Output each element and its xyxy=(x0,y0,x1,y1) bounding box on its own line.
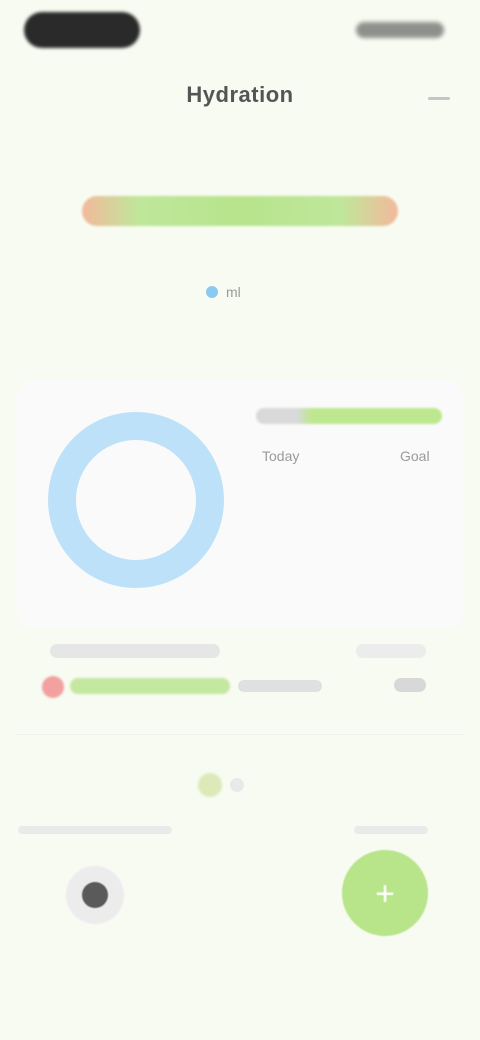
divider xyxy=(16,734,464,735)
status-bar xyxy=(0,0,480,64)
page-indicator[interactable] xyxy=(198,770,254,800)
page-title: Hydration xyxy=(186,82,294,107)
camera-button[interactable] xyxy=(66,866,124,924)
water-drop-icon xyxy=(206,286,218,298)
row-subtext xyxy=(238,680,322,692)
summary-progress-line xyxy=(256,408,442,424)
indicator-active-icon xyxy=(198,773,222,797)
camera-icon xyxy=(82,882,108,908)
photo-caption xyxy=(18,826,172,834)
row-caption xyxy=(50,644,220,658)
row-value xyxy=(394,678,426,692)
add-caption xyxy=(354,826,428,834)
today-label: Today xyxy=(262,448,300,464)
add-water-button[interactable]: + xyxy=(342,850,428,936)
progress-ring xyxy=(48,412,224,588)
dynamic-island xyxy=(24,12,140,48)
unit-label: ml xyxy=(226,284,241,300)
intake-progress-row[interactable] xyxy=(26,644,456,714)
status-icons xyxy=(356,22,444,38)
intake-progress-bar xyxy=(70,678,230,694)
unit-selector[interactable]: ml xyxy=(200,279,284,305)
menu-icon xyxy=(428,96,450,100)
row-caption-right xyxy=(356,644,426,658)
indicator-inactive-icon xyxy=(230,778,244,792)
menu-button[interactable] xyxy=(422,86,454,110)
status-marker-icon xyxy=(42,676,64,698)
goal-text-label: Goal xyxy=(400,448,430,464)
